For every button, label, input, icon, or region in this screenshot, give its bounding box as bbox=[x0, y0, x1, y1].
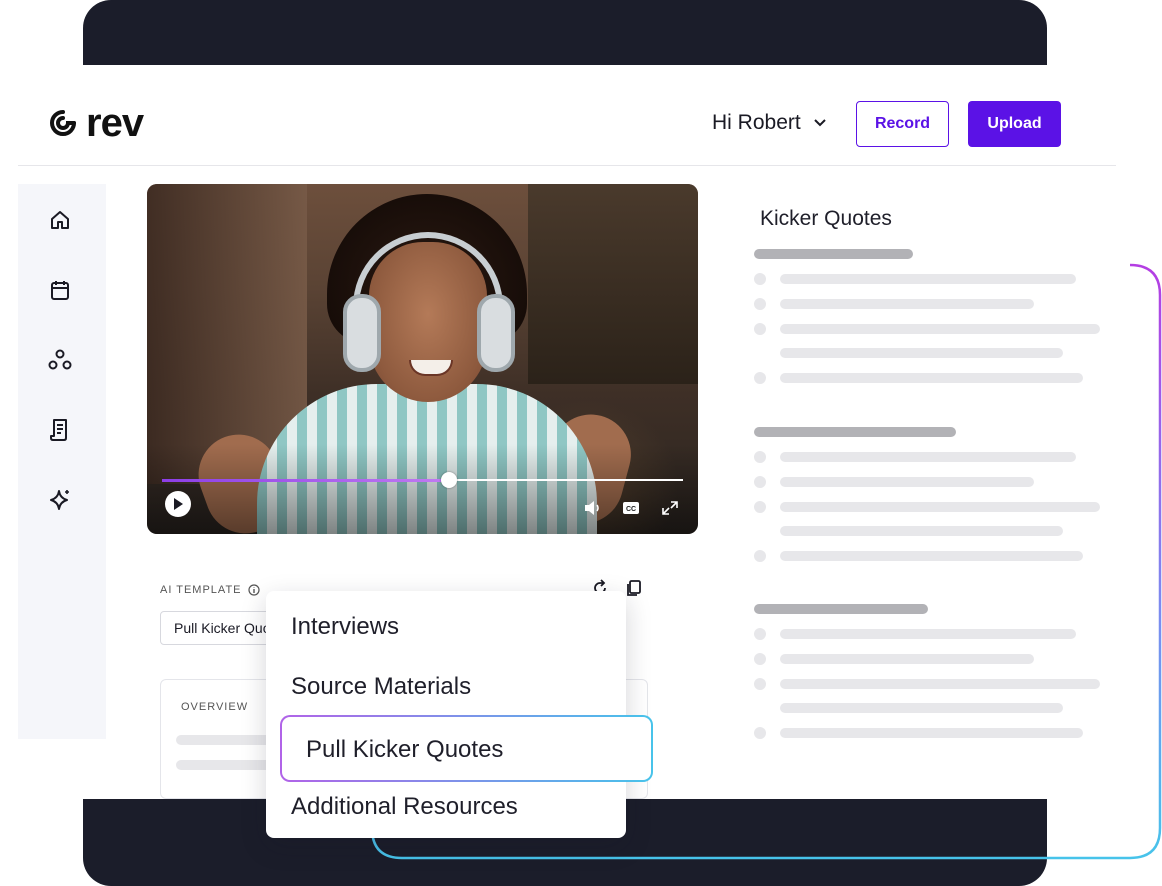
video-player[interactable]: CC bbox=[147, 184, 698, 534]
document-icon[interactable] bbox=[47, 417, 73, 443]
bullet bbox=[754, 372, 766, 384]
sidebar bbox=[18, 184, 106, 739]
video-progress-fill bbox=[162, 479, 449, 482]
upload-button[interactable]: Upload bbox=[968, 101, 1061, 147]
rev-logo[interactable]: rev bbox=[48, 101, 144, 145]
copy-icon[interactable] bbox=[625, 579, 643, 597]
placeholder-line bbox=[780, 551, 1083, 561]
greeting-text: Hi Robert bbox=[712, 111, 801, 134]
user-menu[interactable]: Hi Robert bbox=[712, 111, 827, 135]
logo-wordmark: rev bbox=[86, 101, 144, 145]
bullet bbox=[754, 678, 766, 690]
bullet bbox=[754, 653, 766, 665]
dropdown-item-label: Pull Kicker Quotes bbox=[306, 736, 504, 763]
play-button[interactable] bbox=[165, 491, 191, 517]
dark-band-top bbox=[83, 0, 1047, 65]
video-scrubber-handle[interactable] bbox=[440, 472, 457, 488]
placeholder-line bbox=[780, 274, 1076, 284]
cc-icon[interactable]: CC bbox=[622, 500, 640, 516]
bullet bbox=[754, 273, 766, 285]
dropdown-item-interviews[interactable]: Interviews bbox=[291, 613, 399, 641]
bullet bbox=[754, 451, 766, 463]
dropdown-item-pull-kicker-quotes[interactable]: Pull Kicker Quotes bbox=[280, 715, 653, 782]
placeholder-line bbox=[780, 452, 1076, 462]
video-progress-bar[interactable] bbox=[162, 472, 683, 488]
dropdown-item-additional-resources[interactable]: Additional Resources bbox=[291, 793, 518, 821]
record-button[interactable]: Record bbox=[856, 101, 949, 147]
ai-template-label: AI TEMPLATE bbox=[160, 584, 260, 596]
placeholder-line bbox=[780, 629, 1076, 639]
dropdown-item-source-materials[interactable]: Source Materials bbox=[291, 673, 471, 701]
info-icon[interactable] bbox=[247, 584, 260, 596]
bullet bbox=[754, 476, 766, 488]
cc-label: CC bbox=[626, 506, 636, 513]
app-header: rev Hi Robert Record Upload bbox=[18, 65, 1116, 166]
placeholder-line bbox=[780, 728, 1083, 738]
bullet bbox=[754, 727, 766, 739]
placeholder-line bbox=[780, 373, 1083, 383]
placeholder-line bbox=[780, 348, 1063, 358]
placeholder-line bbox=[780, 679, 1100, 689]
placeholder-line bbox=[780, 502, 1100, 512]
people-icon[interactable] bbox=[47, 347, 73, 373]
placeholder-line bbox=[780, 526, 1063, 536]
fullscreen-icon[interactable] bbox=[661, 500, 679, 516]
bullet bbox=[754, 501, 766, 513]
placeholder-line bbox=[780, 324, 1100, 334]
bullet bbox=[754, 323, 766, 335]
bullet bbox=[754, 550, 766, 562]
overview-label: OVERVIEW bbox=[181, 701, 249, 713]
chevron-down-icon bbox=[813, 119, 826, 127]
section-heading-placeholder bbox=[754, 604, 928, 614]
placeholder-line bbox=[780, 299, 1034, 309]
calendar-icon[interactable] bbox=[47, 277, 73, 303]
sparkle-icon[interactable] bbox=[47, 487, 73, 513]
placeholder-line bbox=[780, 654, 1034, 664]
home-icon[interactable] bbox=[47, 207, 73, 233]
play-icon bbox=[174, 498, 183, 510]
placeholder-line bbox=[780, 477, 1034, 487]
section-heading-placeholder bbox=[754, 427, 956, 437]
stage: rev Hi Robert Record Upload CC AI TEMPLA… bbox=[0, 0, 1162, 886]
volume-icon[interactable] bbox=[584, 500, 602, 516]
bullet bbox=[754, 298, 766, 310]
rev-logo-icon bbox=[50, 110, 76, 136]
kicker-quotes-title: Kicker Quotes bbox=[760, 207, 892, 230]
section-heading-placeholder bbox=[754, 249, 913, 259]
placeholder-line bbox=[780, 703, 1063, 713]
bullet bbox=[754, 628, 766, 640]
